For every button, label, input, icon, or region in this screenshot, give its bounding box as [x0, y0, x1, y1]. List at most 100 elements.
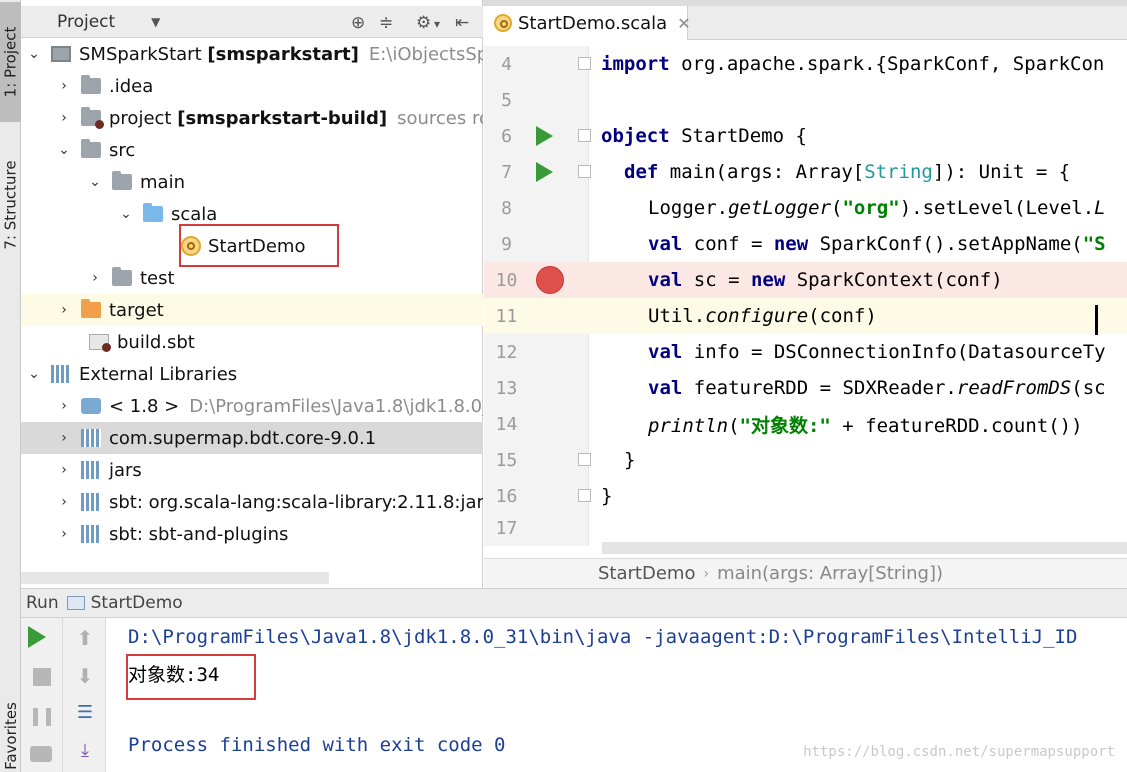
line-number: 8	[501, 197, 512, 219]
tree-item-jars[interactable]: › jars	[21, 454, 483, 486]
annotation-highlight-box	[179, 224, 339, 267]
tree-item-label: sbt: sbt-and-plugins	[109, 523, 289, 545]
chevron-down-icon[interactable]: ⌄	[57, 142, 71, 158]
scroll-to-end-icon[interactable]: ⤓	[70, 740, 100, 761]
horizontal-scrollbar[interactable]	[21, 572, 329, 584]
tree-item-main[interactable]: ⌄ main	[21, 166, 483, 198]
tree-item-label: com.supermap.bdt.core-9.0.1	[109, 427, 377, 449]
breadcrumb-item-startdemo[interactable]: StartDemo	[598, 563, 695, 584]
tree-item-idea[interactable]: › .idea	[21, 70, 483, 102]
tree-item-label: project [smsparkstart-build]	[109, 107, 388, 129]
gear-icon[interactable]: ⚙	[416, 13, 431, 33]
breakpoint-icon[interactable]	[536, 266, 564, 294]
code-line-6[interactable]: 6 object StartDemo {	[484, 118, 1127, 154]
code-text: val conf = new SparkConf().setAppName("S	[648, 233, 1106, 255]
gear-dropdown-icon[interactable]: ▾	[434, 17, 440, 31]
tree-item-external-libraries[interactable]: ⌄ External Libraries	[21, 358, 483, 390]
pause-button[interactable]	[33, 708, 51, 726]
run-gutter-icon[interactable]	[536, 126, 553, 146]
code-text: }	[624, 449, 636, 471]
soft-wrap-icon[interactable]: ☰	[70, 702, 100, 723]
run-configuration-tab[interactable]: StartDemo	[91, 593, 183, 613]
code-line-16[interactable]: 16 }	[484, 478, 1127, 514]
code-line-11[interactable]: 11 Util.configure(conf)	[484, 298, 1127, 334]
tree-item-label: target	[109, 299, 164, 321]
fold-marker-icon[interactable]	[578, 165, 591, 178]
code-editor: StartDemo.scala ✕ 4 import org.apache.sp…	[484, 6, 1127, 588]
fold-marker-icon[interactable]	[578, 57, 591, 70]
fold-marker-icon[interactable]	[578, 453, 591, 466]
chevron-right-icon[interactable]: ›	[88, 270, 102, 286]
console-command-line: D:\ProgramFiles\Java1.8\jdk1.8.0_31\bin\…	[128, 626, 1078, 648]
tree-item-label: .idea	[109, 75, 154, 97]
stop-button[interactable]	[33, 668, 51, 686]
code-line-17[interactable]: 17	[484, 514, 1127, 542]
line-number: 11	[495, 305, 518, 327]
camera-icon[interactable]	[30, 746, 52, 762]
tree-item-smsparkstart[interactable]: ⌄ SMSparkStart [smsparkstart] E:\iObject…	[21, 38, 483, 70]
chevron-right-icon[interactable]: ›	[57, 110, 71, 126]
fold-marker-icon[interactable]	[578, 129, 591, 142]
chevron-down-icon[interactable]: ⌄	[119, 206, 133, 222]
line-number: 9	[501, 233, 512, 255]
tree-item-label: External Libraries	[79, 363, 238, 385]
hide-panel-icon[interactable]: ⇤	[455, 13, 469, 33]
code-line-13[interactable]: 13 val featureRDD = SDXReader.readFromDS…	[484, 370, 1127, 406]
jdk-icon	[81, 398, 101, 414]
close-icon[interactable]: ✕	[677, 14, 690, 33]
code-line-8[interactable]: 8 Logger.getLogger("org").setLevel(Level…	[484, 190, 1127, 226]
breadcrumb-item-main[interactable]: main(args: Array[String])	[717, 563, 943, 584]
code-line-5[interactable]: 5	[484, 82, 1127, 118]
source-folder-icon	[143, 203, 163, 222]
tab-startdemo-scala[interactable]: StartDemo.scala ✕	[484, 6, 691, 40]
arrow-down-icon[interactable]: ⬇	[70, 664, 100, 688]
folder-icon	[112, 267, 132, 286]
code-line-9[interactable]: 9 val conf = new SparkConf().setAppName(…	[484, 226, 1127, 262]
favorites-tool-tab[interactable]: Favorites	[0, 700, 21, 772]
code-line-12[interactable]: 12 val info = DSConnectionInfo(Datasourc…	[484, 334, 1127, 370]
arrow-up-icon[interactable]: ⬆	[70, 626, 100, 650]
chevron-down-icon[interactable]: ▼	[151, 15, 160, 29]
chevron-right-icon[interactable]: ›	[57, 398, 71, 414]
chevron-right-icon[interactable]: ›	[57, 430, 71, 446]
tree-item-jdk[interactable]: › < 1.8 > D:\ProgramFiles\Java1.8\jdk1.8…	[21, 390, 483, 422]
code-line-14[interactable]: 14 println("对象数:" + featureRDD.count())	[484, 406, 1127, 442]
code-text: val sc = new SparkContext(conf)	[648, 269, 1003, 291]
watermark: https://blog.csdn.net/supermapsupport	[803, 744, 1115, 760]
chevron-down-icon[interactable]: ⌄	[88, 174, 102, 190]
code-line-7[interactable]: 7 def main(args: Array[String]): Unit = …	[484, 154, 1127, 190]
locate-icon[interactable]: ⊕	[351, 13, 365, 33]
tree-item-scala-library[interactable]: › sbt: org.scala-lang:scala-library:2.11…	[21, 486, 483, 518]
code-line-4[interactable]: 4 import org.apache.spark.{SparkConf, Sp…	[484, 46, 1127, 82]
editor-horizontal-scrollbar[interactable]	[602, 542, 1127, 554]
project-view-selector[interactable]: Project	[57, 12, 115, 32]
tree-item-supermap-core[interactable]: › com.supermap.bdt.core-9.0.1	[21, 422, 483, 454]
tree-item-label: scala	[171, 203, 218, 225]
chevron-right-icon[interactable]: ›	[57, 78, 71, 94]
run-gutter-icon[interactable]	[536, 162, 553, 182]
tree-item-src[interactable]: ⌄ src	[21, 134, 483, 166]
console-output[interactable]: D:\ProgramFiles\Java1.8\jdk1.8.0_31\bin\…	[106, 618, 1127, 772]
tree-item-test[interactable]: › test	[21, 262, 483, 294]
code-line-10[interactable]: 10 val sc = new SparkContext(conf)	[484, 262, 1127, 298]
chevron-right-icon[interactable]: ›	[57, 462, 71, 478]
library-icon	[81, 493, 101, 511]
run-configuration-icon	[66, 596, 85, 610]
chevron-right-icon[interactable]: ›	[57, 302, 71, 318]
chevron-down-icon[interactable]: ⌄	[27, 366, 41, 382]
code-line-15[interactable]: 15 }	[484, 442, 1127, 478]
tree-item-label: jars	[109, 459, 142, 481]
tree-item-build-sbt[interactable]: build.sbt	[21, 326, 483, 358]
fold-marker-icon[interactable]	[578, 489, 591, 502]
chevron-right-icon[interactable]: ›	[57, 526, 71, 542]
tree-item-project[interactable]: › project [smsparkstart-build] sources r…	[21, 102, 483, 134]
chevron-right-icon[interactable]: ›	[57, 494, 71, 510]
project-tool-tab[interactable]: 1: Project	[0, 2, 21, 122]
tree-item-target[interactable]: › target	[21, 294, 483, 326]
chevron-down-icon[interactable]: ⌄	[27, 46, 41, 62]
collapse-all-icon[interactable]: ≑	[379, 13, 393, 33]
rerun-button[interactable]	[28, 626, 46, 648]
structure-tool-tab[interactable]: 7: Structure	[0, 150, 21, 260]
tree-item-sbt-and-plugins[interactable]: › sbt: sbt-and-plugins	[21, 518, 483, 550]
code-text: import org.apache.spark.{SparkConf, Spar…	[601, 53, 1105, 75]
